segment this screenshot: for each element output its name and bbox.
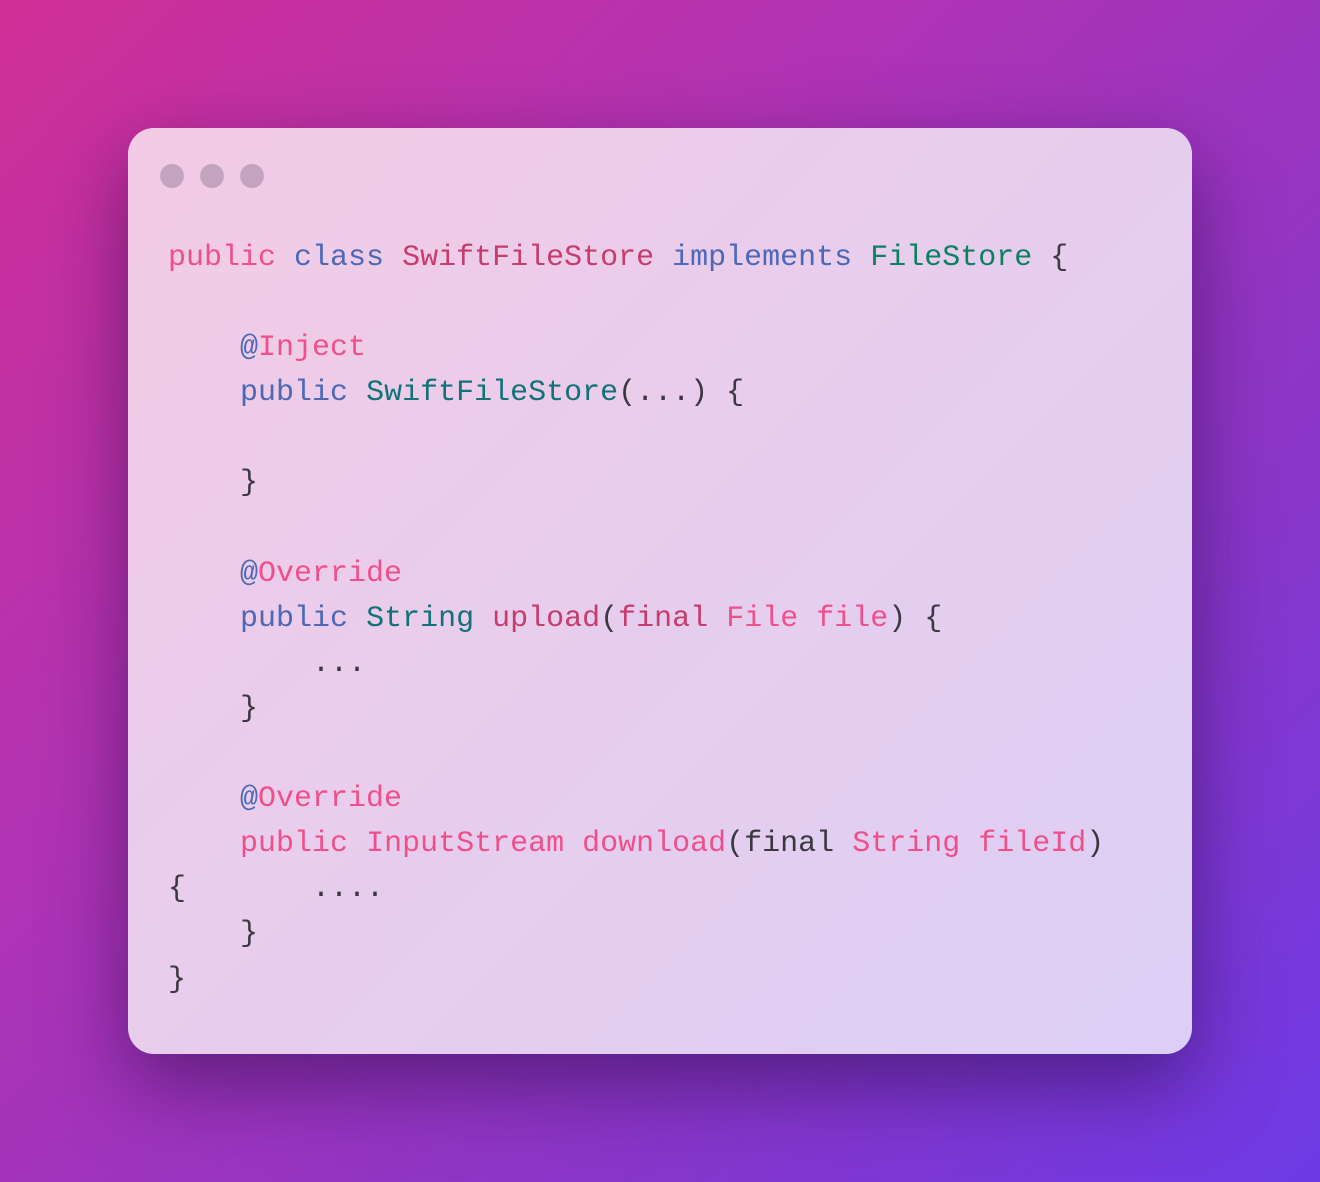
code-line: public class SwiftFileStore implements F…: [168, 236, 1104, 281]
code-token: SwiftFileStore: [366, 376, 619, 411]
code-token: { ....: [168, 872, 385, 907]
code-token: class: [294, 241, 385, 275]
code-token: (final: [726, 827, 853, 862]
code-token: Inject: [258, 331, 367, 366]
code-token: {: [1032, 241, 1069, 275]
code-token: String: [366, 601, 475, 636]
code-token: InputStream: [366, 827, 565, 862]
code-block: public class SwiftFileStore implements F…: [168, 236, 1104, 1003]
code-token: file: [816, 601, 889, 636]
code-line: public SwiftFileStore(...) {: [168, 371, 1104, 416]
code-token: }: [168, 917, 259, 952]
code-token: public: [240, 601, 349, 636]
code-token: (...) {: [618, 376, 745, 411]
window-maximize-dot: [240, 164, 264, 188]
code-line: public InputStream download(final String…: [168, 822, 1104, 867]
code-token: ...: [168, 646, 367, 681]
code-token: @: [240, 782, 259, 817]
code-token: public: [240, 376, 349, 411]
code-token: FileStore: [870, 241, 1033, 275]
code-line: }: [168, 912, 1104, 957]
code-line: }: [168, 687, 1104, 732]
code-token: implements: [672, 241, 853, 275]
code-token: }: [168, 691, 259, 726]
code-token: download: [582, 827, 727, 862]
code-token: fileId: [978, 827, 1087, 862]
code-line: }: [168, 461, 1104, 506]
code-line: { ....: [168, 867, 1104, 912]
code-token: @: [240, 331, 259, 366]
code-line: @Inject: [168, 326, 1104, 371]
code-token: ): [1086, 827, 1105, 862]
code-token: (: [600, 601, 619, 636]
code-token: File: [726, 601, 799, 636]
window-minimize-dot: [200, 164, 224, 188]
code-token: Override: [258, 556, 403, 591]
code-token: }: [168, 466, 259, 501]
code-token: public: [240, 827, 349, 862]
code-token: @: [240, 556, 259, 591]
code-token: String: [852, 827, 961, 862]
code-line: @Override: [168, 552, 1104, 597]
window-close-dot: [160, 164, 184, 188]
code-token: public: [168, 241, 277, 275]
code-line: public String upload(final File file) {: [168, 597, 1104, 642]
code-line: @Override: [168, 777, 1104, 822]
code-token: SwiftFileStore: [402, 241, 655, 275]
code-token: final: [618, 601, 709, 636]
code-token: }: [168, 962, 187, 997]
code-line: ...: [168, 642, 1104, 687]
code-token: ) {: [888, 601, 943, 636]
code-window: public class SwiftFileStore implements F…: [128, 128, 1192, 1054]
code-token: upload: [492, 601, 601, 636]
code-line: }: [168, 958, 1104, 1003]
code-token: Override: [258, 782, 403, 817]
